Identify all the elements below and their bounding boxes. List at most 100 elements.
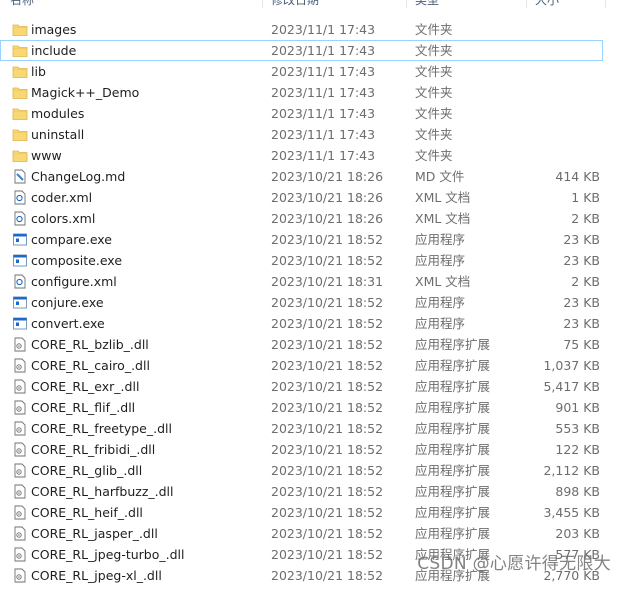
file-name: CORE_RL_heif_.dll bbox=[31, 505, 143, 520]
file-date: 2023/11/1 17:43 bbox=[271, 85, 376, 100]
file-date: 2023/10/21 18:52 bbox=[271, 442, 384, 457]
file-type: 应用程序 bbox=[415, 316, 466, 331]
dll-file-icon bbox=[12, 379, 28, 394]
file-row[interactable]: convert.exe 2023/10/21 18:52 应用程序 23 KB bbox=[0, 313, 627, 334]
file-name: images bbox=[31, 22, 77, 37]
header-name[interactable]: 名称 bbox=[10, 0, 34, 8]
xml-file-icon bbox=[12, 211, 28, 226]
file-name: coder.xml bbox=[31, 190, 93, 205]
file-name: lib bbox=[31, 64, 46, 79]
folder-icon bbox=[12, 106, 28, 121]
file-row[interactable]: colors.xml 2023/10/21 18:26 XML 文档 2 KB bbox=[0, 208, 627, 229]
folder-icon bbox=[12, 127, 28, 142]
file-row[interactable]: CORE_RL_glib_.dll 2023/10/21 18:52 应用程序扩展 2… bbox=[0, 460, 627, 481]
file-date: 2023/10/21 18:52 bbox=[271, 547, 384, 562]
file-row[interactable]: conjure.exe 2023/10/21 18:52 应用程序 23 KB bbox=[0, 292, 627, 313]
column-divider[interactable] bbox=[406, 0, 407, 8]
file-name: CORE_RL_freetype_.dll bbox=[31, 421, 172, 436]
folder-icon bbox=[12, 85, 28, 100]
file-name: www bbox=[31, 148, 62, 163]
file-row[interactable]: include 2023/11/1 17:43 文件夹 bbox=[0, 40, 603, 61]
file-date: 2023/11/1 17:43 bbox=[271, 43, 376, 58]
file-name: ChangeLog.md bbox=[31, 169, 126, 184]
file-row[interactable]: CORE_RL_flif_.dll 2023/10/21 18:52 应用程序扩展 9… bbox=[0, 397, 627, 418]
dll-file-icon bbox=[12, 400, 28, 415]
file-row[interactable]: uninstall 2023/11/1 17:43 文件夹 bbox=[0, 124, 627, 145]
file-size: 2 KB bbox=[571, 211, 600, 226]
file-name: colors.xml bbox=[31, 211, 96, 226]
folder-icon bbox=[12, 64, 28, 79]
file-size: 1,037 KB bbox=[543, 358, 600, 373]
file-size: 75 KB bbox=[563, 337, 600, 352]
file-row[interactable]: lib 2023/11/1 17:43 文件夹 bbox=[0, 61, 627, 82]
file-size: 2 KB bbox=[571, 274, 600, 289]
file-date: 2023/10/21 18:52 bbox=[271, 316, 384, 331]
file-row[interactable]: ChangeLog.md 2023/10/21 18:26 MD 文件 414 KB bbox=[0, 166, 627, 187]
file-size: 1 KB bbox=[571, 190, 600, 205]
file-row[interactable]: CORE_RL_heif_.dll 2023/10/21 18:52 应用程序扩展 3… bbox=[0, 502, 627, 523]
file-type: XML 文档 bbox=[415, 190, 471, 205]
column-divider[interactable] bbox=[526, 0, 527, 8]
dll-file-icon bbox=[12, 505, 28, 520]
file-date: 2023/10/21 18:52 bbox=[271, 463, 384, 478]
file-row[interactable]: Magick++_Demo 2023/11/1 17:43 文件夹 bbox=[0, 82, 627, 103]
watermark: CSDN @心愿许得无限大 bbox=[417, 554, 611, 574]
file-name: uninstall bbox=[31, 127, 85, 142]
file-type: 文件夹 bbox=[415, 148, 453, 163]
file-type: 应用程序扩展 bbox=[415, 379, 491, 394]
file-size: 23 KB bbox=[563, 253, 600, 268]
file-type: 文件夹 bbox=[415, 85, 453, 100]
dll-file-icon bbox=[12, 463, 28, 478]
file-row[interactable]: images 2023/11/1 17:43 文件夹 bbox=[0, 19, 627, 40]
file-row[interactable]: CORE_RL_cairo_.dll 2023/10/21 18:52 应用程序扩展… bbox=[0, 355, 627, 376]
file-date: 2023/10/21 18:52 bbox=[271, 253, 384, 268]
folder-icon bbox=[12, 43, 28, 58]
file-name: composite.exe bbox=[31, 253, 123, 268]
file-size: 3,455 KB bbox=[543, 505, 600, 520]
file-size: 898 KB bbox=[555, 484, 600, 499]
dll-file-icon bbox=[12, 568, 28, 583]
file-date: 2023/10/21 18:52 bbox=[271, 232, 384, 247]
dll-file-icon bbox=[12, 547, 28, 562]
file-row[interactable]: CORE_RL_bzlib_.dll 2023/10/21 18:52 应用程序扩展… bbox=[0, 334, 627, 355]
file-size: 414 KB bbox=[555, 169, 600, 184]
file-type: 应用程序扩展 bbox=[415, 505, 491, 520]
file-type: MD 文件 bbox=[415, 169, 465, 184]
column-divider[interactable] bbox=[605, 0, 606, 8]
file-type: 文件夹 bbox=[415, 43, 453, 58]
exe-file-icon bbox=[12, 295, 28, 310]
file-name: CORE_RL_bzlib_.dll bbox=[31, 337, 149, 352]
file-type: 应用程序扩展 bbox=[415, 442, 491, 457]
dll-file-icon bbox=[12, 526, 28, 541]
file-row[interactable]: CORE_RL_harfbuzz_.dll 2023/10/21 18:52 应用程… bbox=[0, 481, 627, 502]
file-name: include bbox=[31, 43, 77, 58]
file-row[interactable]: CORE_RL_freetype_.dll 2023/10/21 18:52 应用程… bbox=[0, 418, 627, 439]
file-row[interactable]: modules 2023/11/1 17:43 文件夹 bbox=[0, 103, 627, 124]
file-type: 应用程序扩展 bbox=[415, 463, 491, 478]
file-size: 203 KB bbox=[555, 526, 600, 541]
file-row[interactable]: compare.exe 2023/10/21 18:52 应用程序 23 KB bbox=[0, 229, 627, 250]
file-name: configure.xml bbox=[31, 274, 117, 289]
file-name: modules bbox=[31, 106, 85, 121]
file-date: 2023/10/21 18:52 bbox=[271, 568, 384, 583]
header-size[interactable]: 大小 bbox=[535, 0, 559, 8]
file-type: XML 文档 bbox=[415, 211, 471, 226]
file-name: compare.exe bbox=[31, 232, 112, 247]
file-type: 应用程序 bbox=[415, 232, 466, 247]
file-type: 文件夹 bbox=[415, 22, 453, 37]
file-list: images 2023/11/1 17:43 文件夹 include 2023/11/1… bbox=[0, 19, 627, 586]
file-row[interactable]: coder.xml 2023/10/21 18:26 XML 文档 1 KB bbox=[0, 187, 627, 208]
header-type[interactable]: 类型 bbox=[415, 0, 439, 8]
file-row[interactable]: CORE_RL_exr_.dll 2023/10/21 18:52 应用程序扩展 5,… bbox=[0, 376, 627, 397]
column-divider[interactable] bbox=[262, 0, 263, 8]
file-row[interactable]: www 2023/11/1 17:43 文件夹 bbox=[0, 145, 627, 166]
file-row[interactable]: CORE_RL_jasper_.dll 2023/10/21 18:52 应用程序扩… bbox=[0, 523, 627, 544]
dll-file-icon bbox=[12, 442, 28, 457]
header-date[interactable]: 修改日期 bbox=[271, 0, 319, 8]
file-date: 2023/10/21 18:26 bbox=[271, 169, 384, 184]
file-size: 5,417 KB bbox=[543, 379, 600, 394]
file-row[interactable]: CORE_RL_fribidi_.dll 2023/10/21 18:52 应用程序… bbox=[0, 439, 627, 460]
file-row[interactable]: configure.xml 2023/10/21 18:31 XML 文档 2 KB bbox=[0, 271, 627, 292]
file-name: CORE_RL_jasper_.dll bbox=[31, 526, 158, 541]
file-row[interactable]: composite.exe 2023/10/21 18:52 应用程序 23 KB bbox=[0, 250, 627, 271]
